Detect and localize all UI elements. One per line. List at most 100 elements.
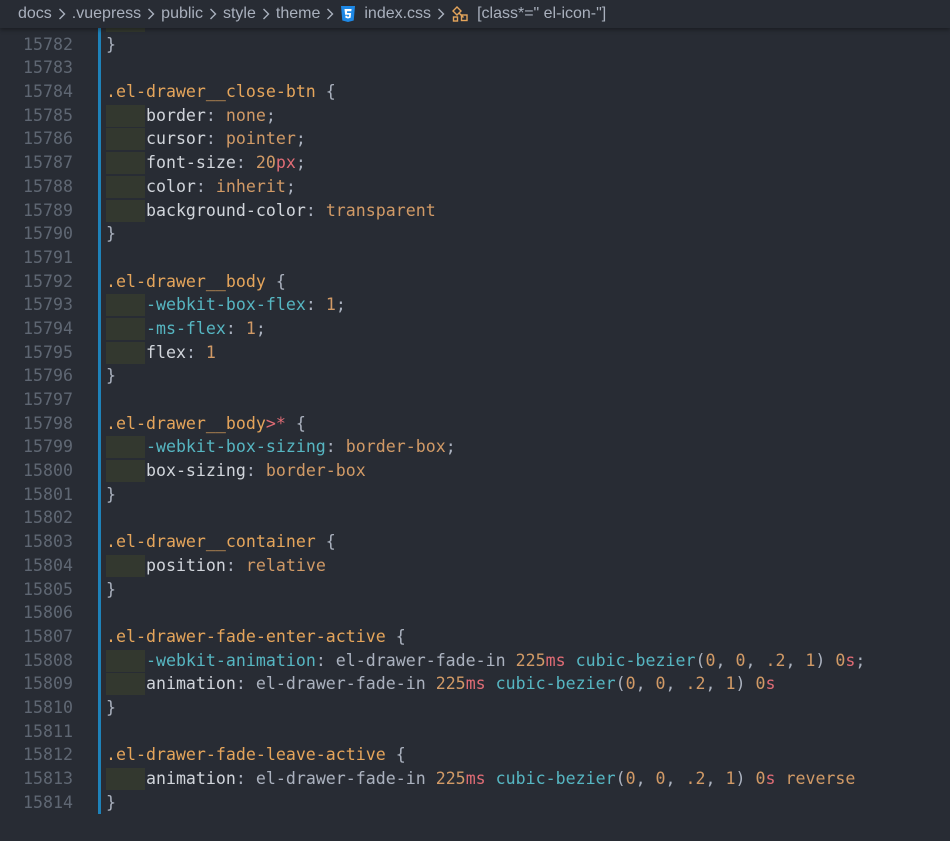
code-line[interactable]: 15800 box-sizing: border-box [0,459,950,483]
code-line[interactable]: 15804 position: relative [0,553,950,578]
git-modified-gutter-bar[interactable] [98,80,101,104]
git-modified-gutter-bar[interactable] [98,743,101,767]
git-modified-gutter-bar[interactable] [98,32,101,57]
git-modified-gutter-bar[interactable] [98,245,101,270]
code-line[interactable]: 15790} [0,222,950,246]
code-line[interactable]: 15795 flex: 1 [0,340,950,365]
git-modified-gutter-bar[interactable] [98,530,101,554]
code-line[interactable]: 15809 animation: el-drawer-fade-in 225ms… [0,672,950,696]
git-modified-gutter-bar[interactable] [98,790,101,815]
code-token: 225 [435,674,466,694]
line-number: 15796 [23,366,73,386]
code-line[interactable]: 15784 .el-drawer__close-btn { [0,80,950,104]
git-modified-gutter-bar[interactable] [98,601,101,625]
code-token: , [635,674,656,694]
code-token: rem [266,28,296,30]
code-token: , [745,650,766,670]
line-number: 15787 [23,153,73,173]
code-line[interactable]: 15802 [0,506,950,531]
breadcrumb-file[interactable]: index.css [364,5,431,23]
code-line[interactable]: 15811 [0,719,950,744]
code-editor[interactable]: 15781 font-size: 1rem15782}1578315784.el… [0,28,950,841]
code-line[interactable]: 15812 .el-drawer-fade-leave-active { [0,743,950,767]
code-line[interactable]: 15796} [0,364,950,388]
code-token: ) [815,650,836,670]
git-modified-gutter-bar[interactable] [98,553,101,578]
code-line[interactable]: 15787 font-size: 20px; [0,151,950,175]
code-token: animation [145,674,236,694]
code-line[interactable]: 15785 border: none; [0,103,950,128]
git-modified-gutter-bar[interactable] [98,316,101,341]
git-modified-gutter-bar[interactable] [98,411,101,436]
breadcrumb-item-style[interactable]: style [223,5,256,23]
git-modified-gutter-bar[interactable] [98,506,101,531]
git-modified-gutter-bar[interactable] [98,340,101,365]
code-token: , [705,674,726,694]
code-line[interactable]: 15807 .el-drawer-fade-enter-active { [0,624,950,649]
git-modified-gutter-bar[interactable] [98,672,101,696]
breadcrumb-item-vuepress[interactable]: .vuepress [72,5,141,23]
line-number: 15805 [23,579,73,599]
git-modified-gutter-bar[interactable] [98,459,101,483]
code-line[interactable]: 15792 .el-drawer__body { [0,269,950,294]
git-modified-gutter-bar[interactable] [98,624,101,649]
code-text: border: none; [106,104,276,128]
line-number: 15808 [23,650,73,670]
git-modified-gutter-bar[interactable] [98,719,101,744]
code-line[interactable]: 15810} [0,695,950,720]
css3-icon [340,5,356,23]
code-token: : [225,318,246,338]
symbol-class-icon [451,6,469,22]
git-modified-gutter-bar[interactable] [98,103,101,128]
git-modified-gutter-bar[interactable] [98,222,101,246]
git-modified-gutter-bar[interactable] [98,198,101,223]
code-line[interactable]: 15797 [0,388,950,412]
code-token: { [265,271,286,291]
code-line[interactable]: 15791 [0,245,950,270]
git-modified-gutter-bar[interactable] [98,364,101,388]
breadcrumb-item-docs[interactable]: docs [18,5,52,23]
chevron-right-icon [209,8,217,20]
code-line[interactable]: 15793 -webkit-box-flex: 1; [0,293,950,317]
git-modified-gutter-bar[interactable] [98,435,101,460]
line-number: 15784 [23,82,73,102]
breadcrumb-symbol[interactable]: [class*=" el-icon-"] [477,5,606,23]
git-modified-gutter-bar[interactable] [98,482,101,507]
git-modified-gutter-bar[interactable] [98,293,101,317]
git-modified-gutter-bar[interactable] [98,577,101,602]
code-token: ; [855,650,866,670]
git-modified-gutter-bar[interactable] [98,174,101,199]
code-line[interactable]: 15789 background-color: transparent [0,198,950,223]
git-modified-gutter-bar[interactable] [98,127,101,152]
code-line[interactable]: 15783 [0,56,950,81]
code-line[interactable]: 15798 .el-drawer__body>* { [0,411,950,436]
code-text: animation: el-drawer-fade-in 225ms cubic… [106,767,855,791]
code-line[interactable]: 15805} [0,577,950,602]
breadcrumb-item-theme[interactable]: theme [276,5,320,23]
git-modified-gutter-bar[interactable] [98,269,101,294]
line-number: 15792 [23,271,73,291]
code-line[interactable]: 15806 [0,601,950,625]
code-line[interactable]: 15808 -webkit-animation: el-drawer-fade-… [0,648,950,673]
line-number: 15793 [23,295,73,315]
code-line[interactable]: 15813 animation: el-drawer-fade-in 225ms… [0,767,950,791]
code-line[interactable]: 15782} [0,32,950,57]
code-line[interactable]: 15788 color: inherit; [0,174,950,199]
code-token: ( [695,650,706,670]
breadcrumb-item-public[interactable]: public [161,5,203,23]
git-modified-gutter-bar[interactable] [98,151,101,175]
code-line[interactable]: 15786 cursor: pointer; [0,127,950,152]
code-line[interactable]: 15794 -ms-flex: 1; [0,316,950,341]
code-line[interactable]: 15801} [0,482,950,507]
git-modified-gutter-bar[interactable] [98,648,101,673]
git-modified-gutter-bar[interactable] [98,388,101,412]
git-modified-gutter-bar[interactable] [98,767,101,791]
git-modified-gutter-bar[interactable] [98,695,101,720]
code-line[interactable]: 15814} [0,790,950,815]
code-token: s [845,650,856,670]
code-line[interactable]: 15799 -webkit-box-sizing: border-box; [0,435,950,460]
code-token: 1 [256,28,266,30]
git-modified-gutter-bar[interactable] [98,56,101,81]
code-text: cursor: pointer; [106,127,306,151]
code-line[interactable]: 15803 .el-drawer__container { [0,530,950,554]
